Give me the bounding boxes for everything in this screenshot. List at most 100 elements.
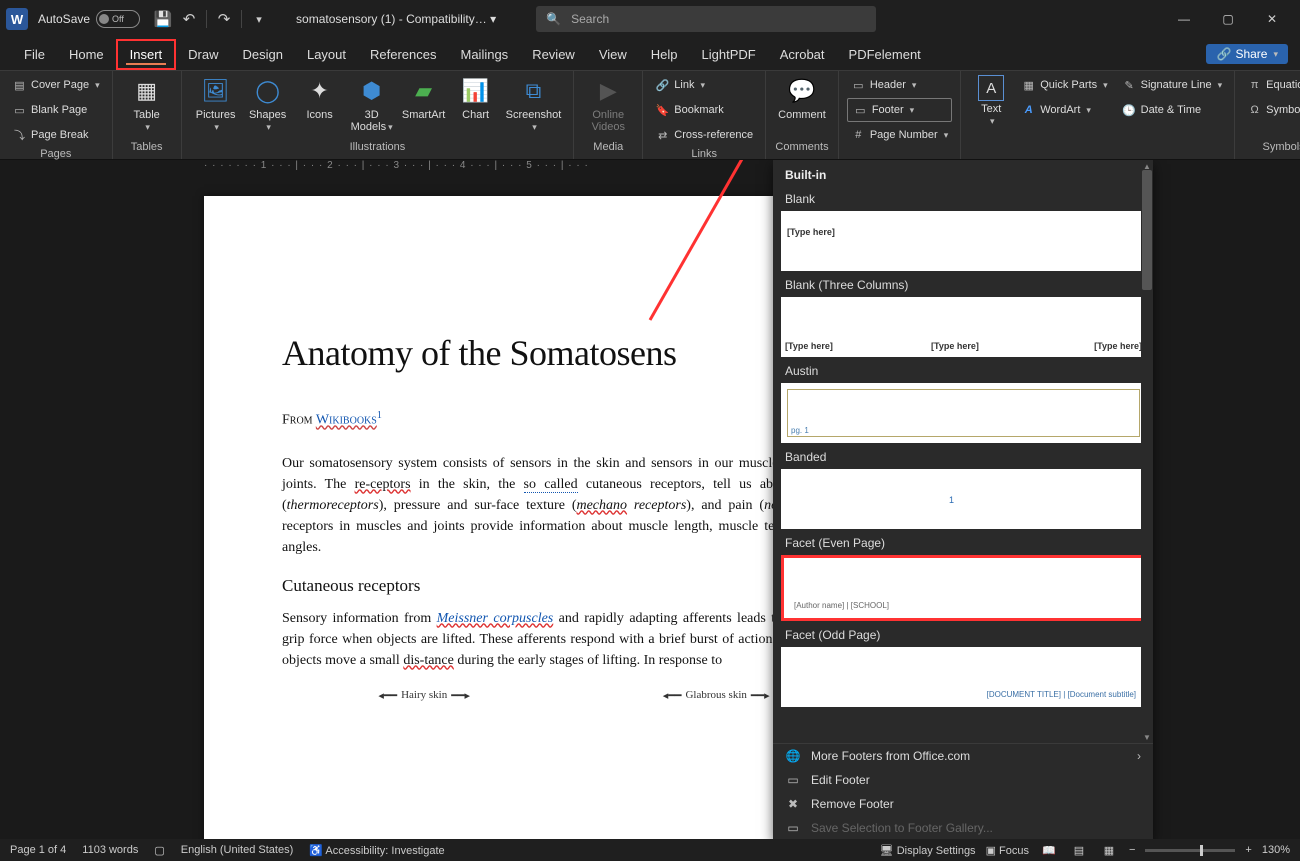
- group-pages: ▤Cover Page▾ ▭Blank Page ⤵Page Break Pag…: [0, 71, 113, 159]
- search-input[interactable]: 🔍 Search: [536, 6, 876, 32]
- tab-insert[interactable]: Insert: [116, 39, 177, 70]
- online-videos-button[interactable]: ▶Online Videos: [582, 73, 634, 135]
- document-title[interactable]: somatosensory (1) - Compatibility… ▾: [296, 12, 496, 26]
- chart-icon: 📊: [462, 75, 489, 107]
- print-layout-icon[interactable]: ▤: [1069, 844, 1089, 857]
- table-button[interactable]: ▦Table▾: [121, 73, 173, 135]
- blank-page-button[interactable]: ▭Blank Page: [8, 98, 104, 122]
- zoom-level[interactable]: 130%: [1262, 844, 1290, 856]
- edit-icon: ▭: [785, 773, 801, 787]
- ribbon: ▤Cover Page▾ ▭Blank Page ⤵Page Break Pag…: [0, 70, 1300, 160]
- footer-option-three-columns[interactable]: [Type here] [Type here] [Type here]: [781, 297, 1146, 357]
- autosave-toggle[interactable]: Off: [96, 10, 140, 28]
- gallery-scrollbar[interactable]: ▲ ▼: [1141, 160, 1153, 743]
- screenshot-button[interactable]: ⧉Screenshot▾: [502, 73, 566, 135]
- smartart-icon: ▰: [415, 75, 432, 107]
- edit-footer-button[interactable]: ▭Edit Footer: [773, 768, 1153, 792]
- equation-button[interactable]: πEquation▾: [1243, 73, 1300, 97]
- text-box-button[interactable]: AText▾: [969, 73, 1013, 129]
- date-time-button[interactable]: 🕒Date & Time: [1118, 98, 1226, 122]
- picture-icon: 🖼: [202, 75, 230, 107]
- tab-lightpdf[interactable]: LightPDF: [690, 41, 768, 68]
- video-icon: ▶: [600, 75, 617, 107]
- footer-option-facet-odd[interactable]: [DOCUMENT TITLE] | [Document subtitle]: [781, 647, 1146, 707]
- symbol-button[interactable]: ΩSymbol▾: [1243, 98, 1300, 122]
- autosave-label: AutoSave: [38, 12, 90, 26]
- status-spellcheck-icon[interactable]: ▢: [154, 844, 164, 857]
- shapes-button[interactable]: ◯Shapes▾: [242, 73, 294, 135]
- ribbon-tabs: File Home Insert Draw Design Layout Refe…: [0, 38, 1300, 70]
- footer-option-blank[interactable]: [Type here]: [781, 211, 1146, 271]
- header-button[interactable]: ▭Header▾: [847, 73, 952, 97]
- group-tables: ▦Table▾ Tables: [113, 71, 182, 159]
- undo-icon[interactable]: ↶: [176, 6, 202, 32]
- link-button[interactable]: 🔗Link▾: [651, 73, 757, 97]
- zoom-in-button[interactable]: +: [1245, 844, 1251, 856]
- display-settings-button[interactable]: 🖥 Display Settings: [880, 844, 976, 857]
- signature-line-button[interactable]: ✎Signature Line▾: [1118, 73, 1226, 97]
- read-mode-icon[interactable]: 📖: [1039, 844, 1059, 857]
- tab-acrobat[interactable]: Acrobat: [768, 41, 837, 68]
- web-layout-icon[interactable]: ▦: [1099, 844, 1119, 857]
- tab-draw[interactable]: Draw: [176, 41, 230, 68]
- footer-option-banded[interactable]: 1: [781, 469, 1146, 529]
- close-button[interactable]: ✕: [1250, 0, 1294, 38]
- status-accessibility[interactable]: ♿ Accessibility: Investigate: [309, 844, 444, 857]
- wikibooks-link[interactable]: Wikibooks: [316, 413, 377, 428]
- wordart-button[interactable]: AWordArt▾: [1017, 98, 1111, 122]
- save-icon[interactable]: 💾: [150, 6, 176, 32]
- save-footer-button: ▭Save Selection to Footer Gallery...: [773, 816, 1153, 839]
- gallery-item-label: Banded: [781, 445, 1146, 469]
- redo-icon[interactable]: ↷: [211, 6, 237, 32]
- tab-help[interactable]: Help: [639, 41, 690, 68]
- tab-view[interactable]: View: [587, 41, 639, 68]
- group-media: ▶Online Videos Media: [574, 71, 643, 159]
- footer-option-austin[interactable]: pg. 1: [781, 383, 1146, 443]
- group-links: 🔗Link▾ 🔖Bookmark ⇄Cross-reference Links: [643, 71, 766, 159]
- page-break-button[interactable]: ⤵Page Break: [8, 123, 104, 147]
- tab-file[interactable]: File: [12, 41, 57, 68]
- vertical-ruler[interactable]: [0, 160, 24, 839]
- quick-parts-button[interactable]: ▦Quick Parts▾: [1017, 73, 1111, 97]
- search-icon: 🔍: [546, 12, 561, 26]
- status-language[interactable]: English (United States): [181, 844, 294, 856]
- remove-footer-button[interactable]: ✖Remove Footer: [773, 792, 1153, 816]
- gallery-item-label: Facet (Odd Page): [781, 623, 1146, 647]
- zoom-slider[interactable]: [1145, 849, 1235, 852]
- status-page[interactable]: Page 1 of 4: [10, 844, 66, 856]
- maximize-button[interactable]: ▢: [1206, 0, 1250, 38]
- footer-gallery-dropdown: Built-in Blank [Type here] Blank (Three …: [773, 160, 1153, 839]
- focus-mode-button[interactable]: ▣ Focus: [986, 844, 1029, 857]
- status-words[interactable]: 1103 words: [82, 844, 138, 856]
- more-footers-button[interactable]: 🌐More Footers from Office.com›: [773, 744, 1153, 768]
- tab-home[interactable]: Home: [57, 41, 116, 68]
- tab-review[interactable]: Review: [520, 41, 587, 68]
- zoom-out-button[interactable]: −: [1129, 844, 1135, 856]
- pictures-button[interactable]: 🖼Pictures▾: [190, 73, 242, 135]
- cover-page-button[interactable]: ▤Cover Page▾: [8, 73, 104, 97]
- tab-layout[interactable]: Layout: [295, 41, 358, 68]
- cube-icon: ⬢: [362, 75, 381, 107]
- comment-button[interactable]: 💬Comment: [774, 73, 830, 123]
- tab-references[interactable]: References: [358, 41, 448, 68]
- page-number-button[interactable]: #Page Number▾: [847, 123, 952, 147]
- footer-option-facet-even[interactable]: [Author name] | [SCHOOL]: [781, 555, 1146, 621]
- remove-icon: ✖: [785, 797, 801, 811]
- icons-icon: ✦: [310, 75, 328, 107]
- tab-design[interactable]: Design: [231, 41, 295, 68]
- chart-button[interactable]: 📊Chart: [450, 73, 502, 123]
- tab-mailings[interactable]: Mailings: [449, 41, 521, 68]
- share-button[interactable]: 🔗 Share ▾: [1206, 44, 1288, 64]
- footer-button[interactable]: ▭Footer▾: [847, 98, 952, 122]
- 3d-models-button[interactable]: ⬢3D Models▾: [346, 73, 398, 135]
- smartart-button[interactable]: ▰SmartArt: [398, 73, 450, 123]
- minimize-button[interactable]: —: [1162, 0, 1206, 38]
- bookmark-button[interactable]: 🔖Bookmark: [651, 98, 757, 122]
- qat-more-icon[interactable]: ▾: [246, 6, 272, 32]
- gallery-item-label: Austin: [781, 359, 1146, 383]
- tab-pdfelement[interactable]: PDFelement: [837, 41, 933, 68]
- gallery-section-label: Built-in: [781, 163, 1146, 187]
- cross-reference-button[interactable]: ⇄Cross-reference: [651, 123, 757, 147]
- icons-button[interactable]: ✦Icons: [294, 73, 346, 123]
- textbox-icon: A: [978, 75, 1004, 101]
